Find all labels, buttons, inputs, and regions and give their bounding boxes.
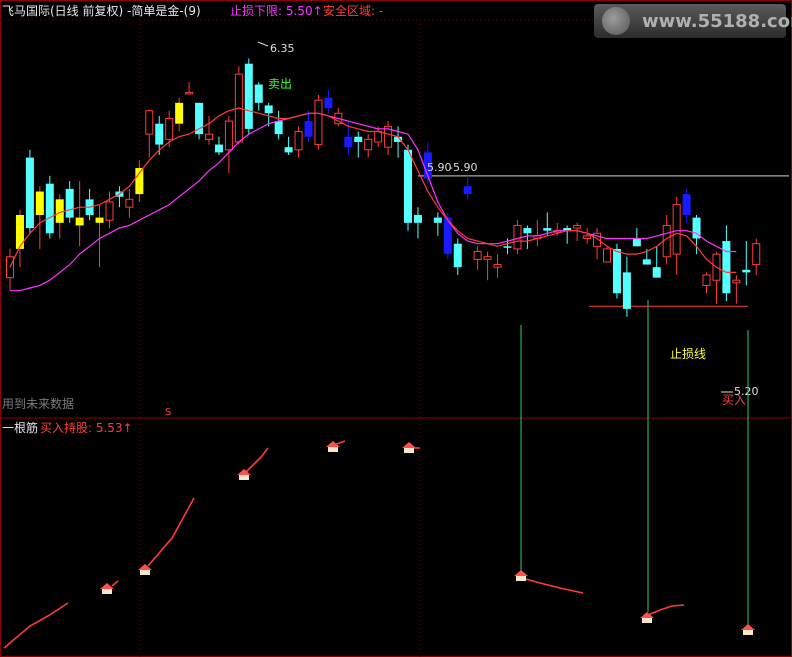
candle-body xyxy=(473,251,482,260)
candle-body xyxy=(284,147,293,153)
candle xyxy=(195,102,204,140)
candle-body xyxy=(364,138,373,151)
candle-body xyxy=(224,120,233,151)
candle-body xyxy=(135,168,144,195)
candle-body xyxy=(344,136,353,148)
candle-body xyxy=(702,274,711,286)
chart-title: 飞马国际(日线 前复权) -简单是金-(9) xyxy=(2,4,201,18)
candle-body xyxy=(612,248,621,294)
candle-body xyxy=(254,84,263,103)
candle-body xyxy=(45,183,54,234)
candle-body xyxy=(185,91,194,95)
level-label-b: -5.90 xyxy=(449,161,477,174)
candle-body xyxy=(314,99,323,146)
candle-body xyxy=(642,259,651,265)
candle-body xyxy=(483,256,492,260)
candle-body xyxy=(652,267,661,278)
indicator-title: 一根筋 xyxy=(2,421,39,435)
house-wall xyxy=(140,570,150,575)
chart-area[interactable]: 6.35卖出5.90-5.90止损线5.20买入S xyxy=(0,0,792,657)
candle-body xyxy=(523,228,532,234)
candle-body xyxy=(742,269,751,273)
candle xyxy=(404,144,412,231)
candle-body xyxy=(105,201,114,221)
house-wall xyxy=(239,475,249,480)
candle-body xyxy=(324,97,333,109)
candle-body xyxy=(244,63,253,129)
high-price-label: 6.35 xyxy=(270,42,295,55)
signal-marker: S xyxy=(165,407,171,418)
candle-body xyxy=(493,264,502,268)
candle-body xyxy=(95,217,104,223)
candle-body xyxy=(503,246,512,248)
stop-loss-label: 止损下限: 5.50↑ xyxy=(230,4,323,18)
safe-zone-label: 安全区域: - xyxy=(323,4,384,18)
candle-body xyxy=(573,224,582,229)
candle-body xyxy=(433,217,442,223)
candle-body xyxy=(15,215,24,249)
candle xyxy=(603,246,611,263)
candle-body xyxy=(75,217,84,226)
candle-body xyxy=(214,144,223,153)
sell-signal-label: 卖出 xyxy=(268,77,292,91)
level-label-a: 5.90 xyxy=(427,161,452,174)
future-data-label: 用到未来数据 xyxy=(2,397,75,411)
candle-body xyxy=(583,235,592,239)
watermark-banner: www.55188.com xyxy=(594,4,792,38)
candle-body xyxy=(752,243,761,266)
candle-body xyxy=(603,248,611,263)
candle-body xyxy=(682,194,691,215)
buy-hold-label: 买入持股: 5.53↑ xyxy=(40,421,133,435)
candle-body xyxy=(35,191,44,215)
candle-body xyxy=(632,238,641,247)
house-wall xyxy=(404,448,414,453)
candle-body xyxy=(672,204,681,255)
candle-body xyxy=(25,157,34,229)
candle xyxy=(234,66,243,145)
candle-body xyxy=(374,131,383,143)
candle-body xyxy=(732,279,741,284)
candle-body xyxy=(125,198,134,208)
watermark-text: www.55188.com xyxy=(642,11,792,32)
candle-body xyxy=(294,131,303,151)
house-wall xyxy=(743,630,753,635)
house-wall xyxy=(102,589,112,594)
candle xyxy=(314,95,323,150)
candle-body xyxy=(274,121,283,135)
candle-body xyxy=(205,133,213,140)
buy-signal-label: 买入 xyxy=(722,393,746,407)
candle-body xyxy=(453,243,462,268)
candle-body xyxy=(622,272,631,309)
candle xyxy=(244,58,253,135)
watermark-logo-icon xyxy=(602,7,630,35)
house-wall xyxy=(328,447,338,452)
chart-background xyxy=(0,0,792,657)
stop-loss-line-label: 止损线 xyxy=(670,347,706,361)
candle-body xyxy=(175,102,184,124)
candle-body xyxy=(513,224,522,250)
candle-body xyxy=(264,105,273,114)
candle xyxy=(513,220,522,255)
candle-body xyxy=(165,117,174,140)
candle-body xyxy=(65,188,74,218)
candle-body xyxy=(155,123,164,145)
candle-body xyxy=(463,186,472,195)
house-wall xyxy=(642,618,652,623)
candle-body xyxy=(304,121,313,137)
candle-body xyxy=(145,110,154,135)
candle-body xyxy=(413,215,422,223)
candle xyxy=(45,175,54,239)
candle-body xyxy=(404,149,412,223)
candle-body xyxy=(722,241,731,294)
candle-body xyxy=(354,136,363,142)
candle-body xyxy=(543,228,552,231)
house-wall xyxy=(516,576,526,581)
candle xyxy=(25,149,34,234)
